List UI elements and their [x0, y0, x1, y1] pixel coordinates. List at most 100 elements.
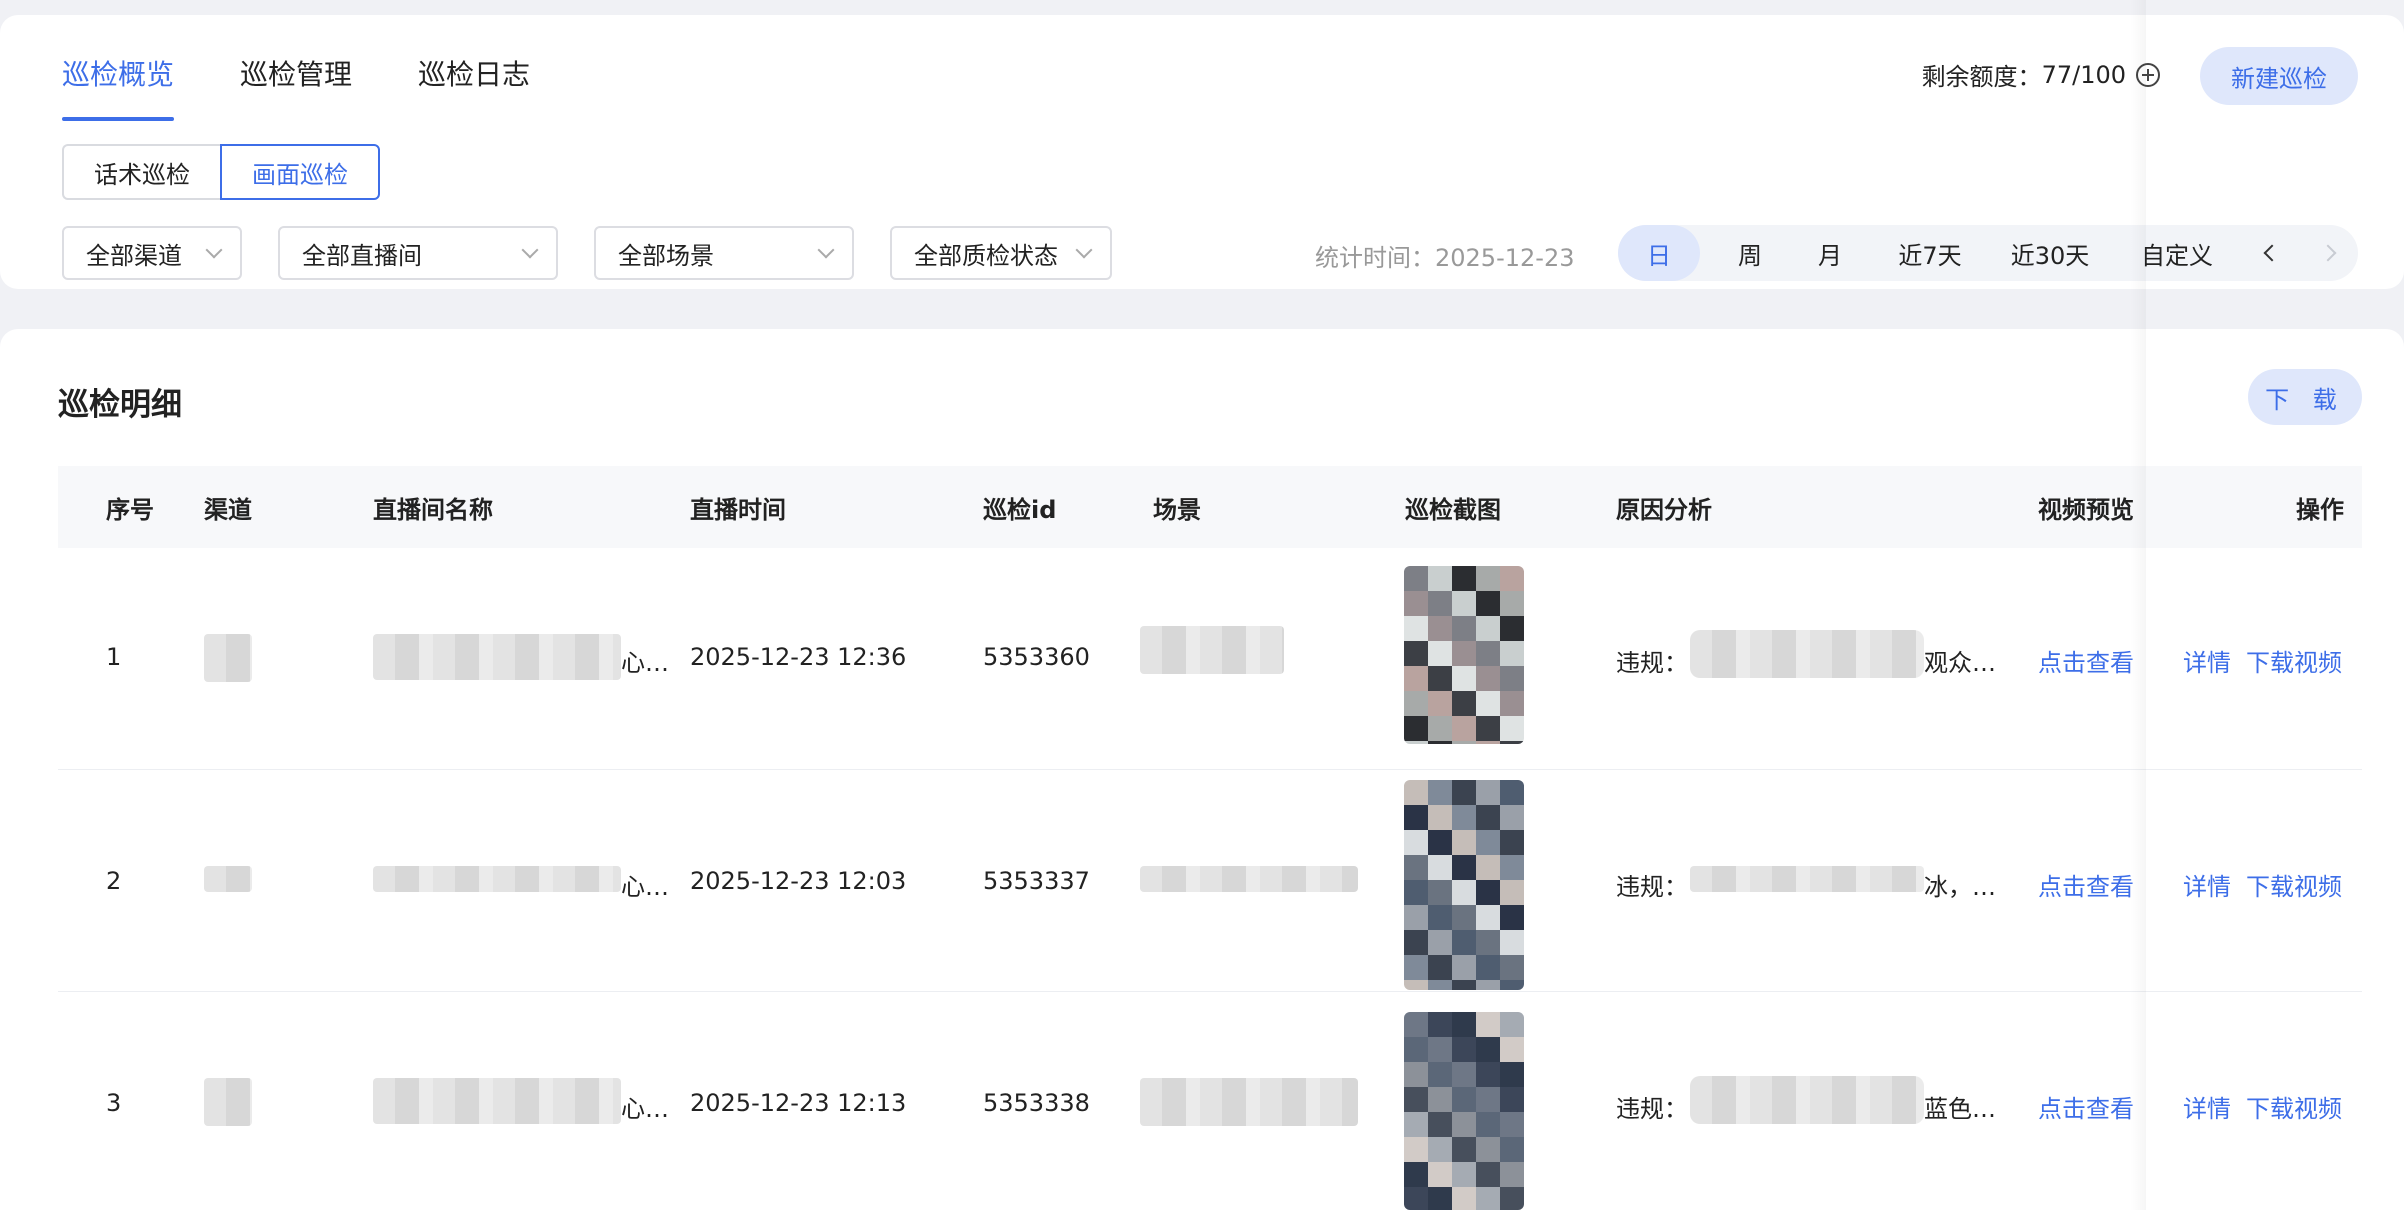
live-time: 2025-12-23 12:03	[690, 867, 907, 895]
thumbnail-pixel	[1452, 980, 1476, 990]
thumbnail-pixel	[1452, 805, 1476, 830]
thumbnail-pixel	[1500, 905, 1524, 930]
thumbnail-pixel	[1404, 905, 1428, 930]
thumbnail-pixel	[1500, 1012, 1524, 1037]
thumbnail-pixel	[1476, 566, 1500, 591]
thumbnail-pixel	[1428, 830, 1452, 855]
col-screenshot: 巡检截图	[1405, 495, 1501, 524]
range-30days[interactable]: 近30天	[1995, 225, 2105, 281]
thumbnail-pixel	[1452, 880, 1476, 905]
status-select[interactable]: 全部质检状态	[890, 226, 1112, 280]
thumbnail-pixel	[1428, 955, 1452, 980]
thumbnail-pixel	[1404, 805, 1428, 830]
thumbnail-pixel	[1404, 566, 1428, 591]
col-video-preview: 视频预览	[2038, 495, 2134, 524]
thumbnail-pixel	[1404, 1037, 1428, 1062]
thumbnail-pixel	[1404, 591, 1428, 616]
thumbnail-pixel	[1404, 855, 1428, 880]
thumbnail-pixel	[1476, 880, 1500, 905]
download-video-link[interactable]: 下载视频	[2246, 1089, 2342, 1124]
room-name-redacted	[373, 634, 621, 680]
col-index: 序号	[106, 495, 154, 524]
thumbnail-pixel	[1428, 855, 1452, 880]
reason-prefix: 违规：	[1616, 873, 1688, 901]
thumbnail-pixel	[1452, 830, 1476, 855]
thumbnail-pixel	[1428, 1037, 1452, 1062]
thumbnail-pixel	[1428, 780, 1452, 805]
col-live-time: 直播时间	[690, 495, 786, 524]
thumbnail-pixel	[1428, 591, 1452, 616]
thumbnail-pixel	[1476, 930, 1500, 955]
room-name-suffix: 心…	[621, 1095, 669, 1123]
channel-select[interactable]: 全部渠道	[62, 226, 242, 280]
chevron-down-icon	[205, 241, 223, 259]
table-row: 3 心… 2025-12-23 12:13 5353338 违规： 蓝色… 点击…	[58, 992, 2362, 1210]
detail-link[interactable]: 详情	[2183, 643, 2231, 678]
thumbnail-pixel	[1500, 780, 1524, 805]
date-range-selector: 日 周 月 近7天 近30天 自定义	[1618, 225, 2358, 281]
row-index: 1	[106, 643, 122, 671]
scene-redacted	[1140, 1078, 1358, 1126]
thumbnail-pixel	[1404, 716, 1428, 741]
thumbnail-pixel	[1452, 905, 1476, 930]
table-header: 序号 渠道 直播间名称 直播时间 巡检id 场景 巡检截图 原因分析 视频预览 …	[58, 466, 2362, 548]
thumbnail-pixel	[1452, 930, 1476, 955]
detail-link[interactable]: 详情	[2183, 1089, 2231, 1124]
preview-link[interactable]: 点击查看	[2038, 643, 2134, 678]
thumbnail-pixel	[1428, 980, 1452, 990]
stat-time-label: 统计时间：	[1315, 244, 1435, 272]
range-month[interactable]: 月	[1800, 225, 1860, 281]
thumbnail-pixel	[1452, 780, 1476, 805]
tab-management[interactable]: 巡检管理	[240, 53, 352, 121]
thumbnail-pixel	[1500, 1137, 1524, 1162]
thumbnail-pixel	[1404, 616, 1428, 641]
reason-prefix: 违规：	[1616, 1095, 1688, 1123]
range-day[interactable]: 日	[1618, 225, 1700, 281]
thumbnail-pixel	[1428, 616, 1452, 641]
segment-speech[interactable]: 话术巡检	[62, 144, 220, 200]
room-select[interactable]: 全部直播间	[278, 226, 558, 280]
screenshot-thumbnail[interactable]	[1404, 780, 1524, 990]
room-name-redacted	[373, 866, 621, 892]
inspection-id: 5353338	[983, 1089, 1090, 1117]
range-7days[interactable]: 近7天	[1880, 225, 1980, 281]
scene-redacted	[1140, 866, 1358, 892]
channel-redacted	[204, 866, 252, 892]
screenshot-thumbnail[interactable]	[1404, 1012, 1524, 1210]
room-name-suffix: 心…	[621, 873, 669, 901]
next-arrow-icon[interactable]	[2319, 244, 2337, 262]
reason-redacted	[1690, 630, 1924, 678]
download-video-link[interactable]: 下载视频	[2246, 643, 2342, 678]
thumbnail-pixel	[1500, 691, 1524, 716]
download-video-link[interactable]: 下载视频	[2246, 867, 2342, 902]
thumbnail-pixel	[1428, 1062, 1452, 1087]
detail-link[interactable]: 详情	[2183, 867, 2231, 902]
row-index: 2	[106, 867, 122, 895]
reason-suffix: 观众…	[1924, 649, 1996, 677]
scene-select[interactable]: 全部场景	[594, 226, 854, 280]
thumbnail-pixel	[1476, 666, 1500, 691]
reason-suffix: 冰，…	[1924, 873, 1996, 901]
thumbnail-pixel	[1428, 1137, 1452, 1162]
tab-log[interactable]: 巡检日志	[418, 53, 530, 121]
quota-value: 77/100	[2041, 60, 2126, 89]
preview-link[interactable]: 点击查看	[2038, 867, 2134, 902]
thumbnail-pixel	[1404, 1112, 1428, 1137]
new-inspection-button[interactable]: 新建巡检	[2200, 47, 2358, 105]
prev-arrow-icon[interactable]	[2263, 244, 2281, 262]
range-week[interactable]: 周	[1720, 225, 1780, 281]
preview-link[interactable]: 点击查看	[2038, 1089, 2134, 1124]
tab-overview[interactable]: 巡检概览	[62, 53, 175, 121]
download-button[interactable]: 下 载	[2248, 369, 2362, 425]
screenshot-thumbnail[interactable]	[1404, 566, 1524, 744]
col-inspection-id: 巡检id	[983, 495, 1057, 524]
segment-visual[interactable]: 画面巡检	[220, 144, 380, 200]
thumbnail-pixel	[1452, 1112, 1476, 1137]
thumbnail-pixel	[1500, 666, 1524, 691]
thumbnail-pixel	[1404, 1137, 1428, 1162]
thumbnail-pixel	[1452, 566, 1476, 591]
thumbnail-pixel	[1476, 780, 1500, 805]
thumbnail-pixel	[1500, 1037, 1524, 1062]
quota-info: 剩余额度： 77/100	[1922, 57, 2160, 92]
reason-suffix: 蓝色…	[1924, 1095, 1996, 1123]
